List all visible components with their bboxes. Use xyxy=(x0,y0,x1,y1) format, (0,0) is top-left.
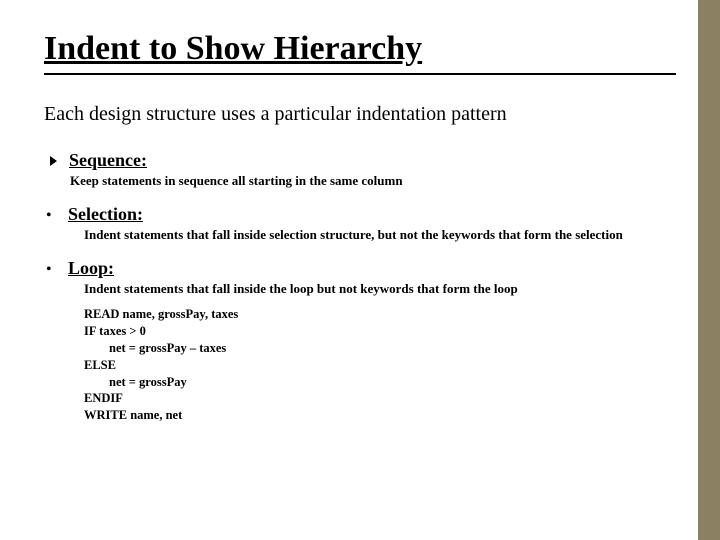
code-line: READ name, grossPay, taxes xyxy=(84,306,676,323)
bullet-icon: • xyxy=(44,261,68,279)
code-line: IF taxes > 0 xyxy=(84,323,676,340)
selection-heading: Selection: xyxy=(68,204,143,225)
sequence-heading: Sequence: xyxy=(69,150,147,171)
sequence-body: Keep statements in sequence all starting… xyxy=(70,173,676,190)
loop-code: READ name, grossPay, taxes IF taxes > 0 … xyxy=(84,306,676,424)
intro-text: Each design structure uses a particular … xyxy=(44,103,676,126)
section-loop: • Loop: Indent statements that fall insi… xyxy=(44,258,676,424)
section-selection: • Selection: Indent statements that fall… xyxy=(44,204,676,244)
code-line: WRITE name, net xyxy=(84,407,676,424)
code-line: ENDIF xyxy=(84,390,676,407)
arrow-icon xyxy=(50,156,57,166)
code-line: ELSE xyxy=(84,357,676,374)
section-sequence: Sequence: Keep statements in sequence al… xyxy=(44,150,676,190)
selection-body: Indent statements that fall inside selec… xyxy=(84,227,676,244)
code-line: net = grossPay xyxy=(84,374,676,391)
loop-heading: Loop: xyxy=(68,258,114,279)
loop-body: Indent statements that fall inside the l… xyxy=(84,281,676,298)
slide-title: Indent to Show Hierarchy xyxy=(44,30,676,75)
slide: Indent to Show Hierarchy Each design str… xyxy=(0,0,720,540)
accent-bar xyxy=(698,0,720,540)
bullet-icon: • xyxy=(44,207,68,225)
code-line: net = grossPay – taxes xyxy=(84,340,676,357)
